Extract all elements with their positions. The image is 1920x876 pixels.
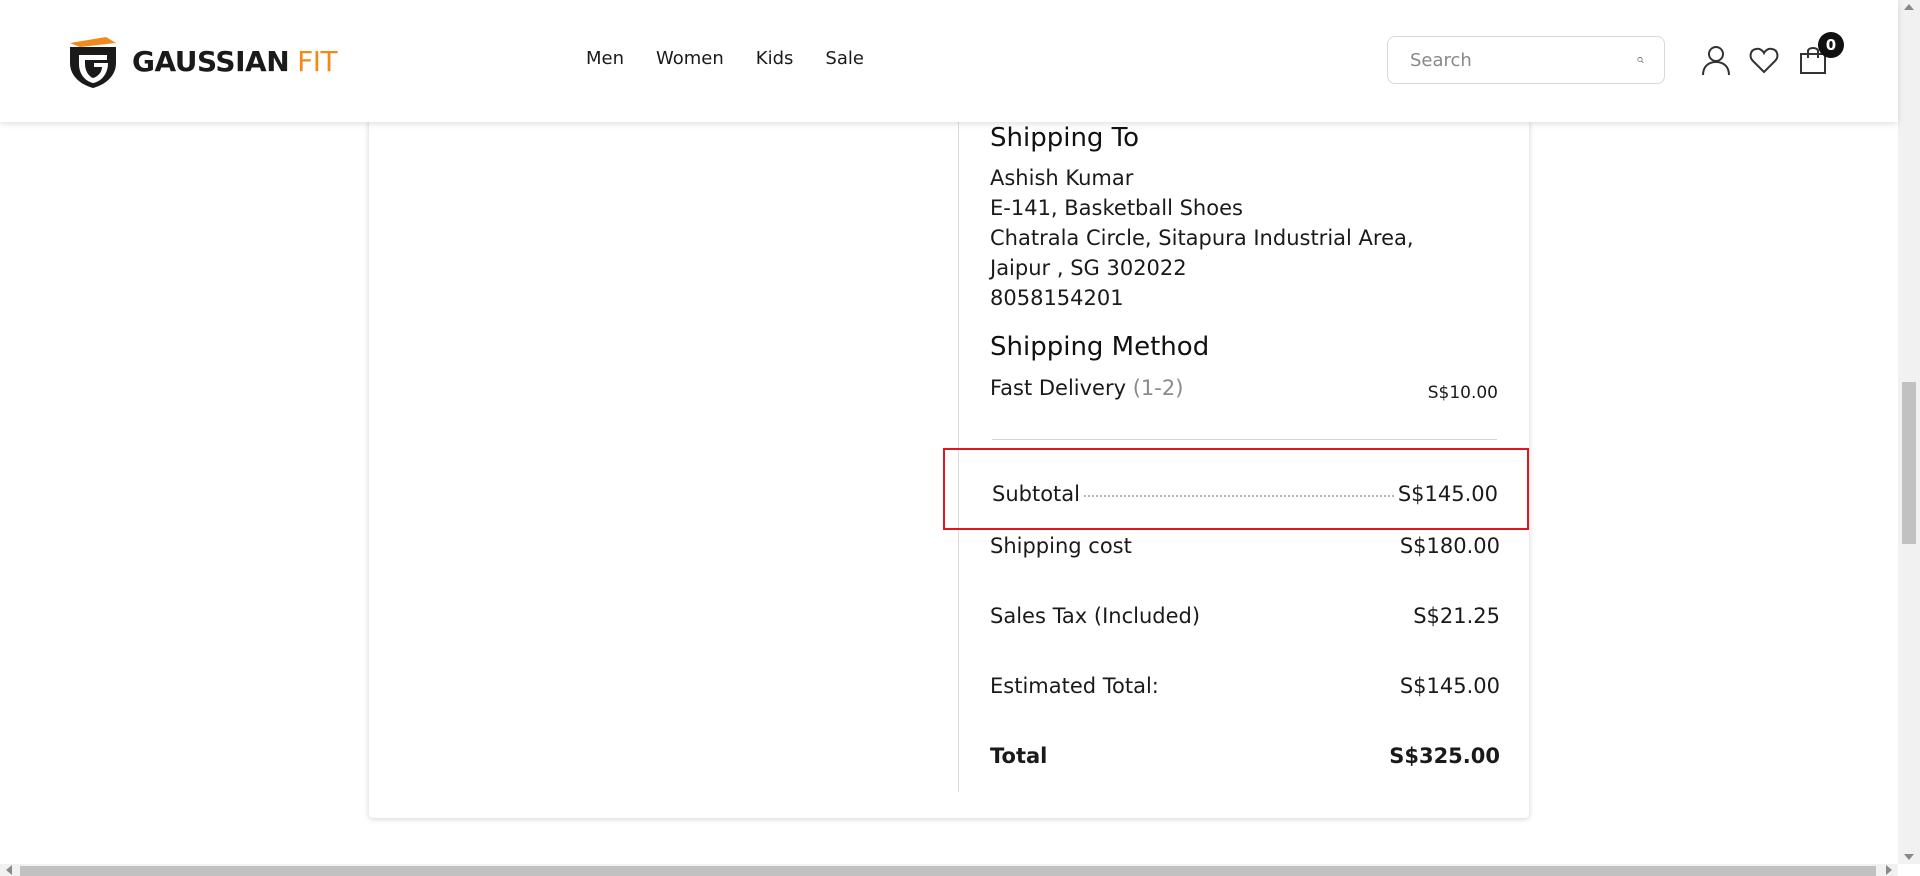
section-divider (992, 439, 1497, 440)
nav-sale[interactable]: Sale (825, 48, 864, 69)
shipping-cost-row: Shipping cost S$180.00 (990, 534, 1500, 558)
search-box (1387, 36, 1665, 84)
shipping-method-option: Fast Delivery (1-2) (990, 376, 1183, 400)
shipping-method-title: Shipping Method (990, 332, 1210, 362)
sales-tax-label: Sales Tax (Included) (990, 604, 1201, 628)
heart-icon[interactable] (1748, 44, 1780, 76)
site-header: GAUSSIANFIT Men Women Kids Sale 0 (0, 0, 1898, 122)
main-nav: Men Women Kids Sale (586, 48, 864, 69)
horizontal-scrollbar[interactable] (0, 864, 1898, 876)
total-label: Total (990, 744, 1048, 768)
scroll-up-arrow-icon[interactable] (1904, 4, 1914, 10)
shipping-phone: 8058154201 (990, 286, 1124, 310)
subtotal-value: S$145.00 (1397, 482, 1498, 506)
shipping-to-title: Shipping To (990, 123, 1140, 153)
logo-icon (70, 37, 116, 88)
sales-tax-value: S$21.25 (1413, 604, 1500, 628)
shipping-name: Ashish Kumar (990, 166, 1134, 190)
shipping-method-days: (1-2) (1132, 376, 1184, 400)
shipping-address-1: E-141, Basketball Shoes (990, 196, 1243, 220)
vertical-scroll-thumb[interactable] (1902, 382, 1916, 544)
estimated-total-label: Estimated Total: (990, 674, 1159, 698)
brand-name-part1: GAUSSIAN (132, 44, 290, 78)
dotted-leader (1084, 495, 1394, 497)
subtotal-label: Subtotal (992, 482, 1080, 506)
user-icon[interactable] (1700, 44, 1732, 76)
search-input[interactable] (1408, 48, 1637, 72)
shipping-cost-value: S$180.00 (1399, 534, 1500, 558)
total-row: Total S$325.00 (990, 744, 1500, 768)
total-value: S$325.00 (1389, 744, 1500, 768)
vertical-scrollbar[interactable] (1898, 0, 1920, 864)
brand-logo[interactable]: GAUSSIAN FIT (66, 33, 338, 89)
search-icon[interactable] (1637, 47, 1644, 73)
scroll-right-arrow-icon[interactable] (1886, 865, 1892, 875)
estimated-total-value: S$145.00 (1399, 674, 1500, 698)
horizontal-scroll-thumb[interactable] (20, 866, 1876, 876)
nav-kids[interactable]: Kids (756, 48, 794, 69)
sales-tax-row: Sales Tax (Included) S$21.25 (990, 604, 1500, 628)
nav-women[interactable]: Women (656, 48, 724, 69)
cart-count-badge: 0 (1818, 32, 1844, 58)
shipping-address-2: Chatrala Circle, Sitapura Industrial Are… (990, 226, 1414, 250)
nav-men[interactable]: Men (586, 48, 624, 69)
shipping-method-name: Fast Delivery (990, 376, 1127, 400)
estimated-total-row: Estimated Total: S$145.00 (990, 674, 1500, 698)
brand-name: GAUSSIAN FIT (132, 44, 338, 78)
shipping-cost-label: Shipping cost (990, 534, 1132, 558)
shipping-method-price: S$10.00 (1427, 383, 1498, 403)
brand-name-part2: FIT (297, 44, 338, 78)
subtotal-row: Subtotal S$145.00 (992, 482, 1498, 506)
shipping-address-3: Jaipur , SG 302022 (990, 256, 1187, 280)
scroll-left-arrow-icon[interactable] (6, 865, 12, 875)
scroll-down-arrow-icon[interactable] (1904, 854, 1914, 860)
